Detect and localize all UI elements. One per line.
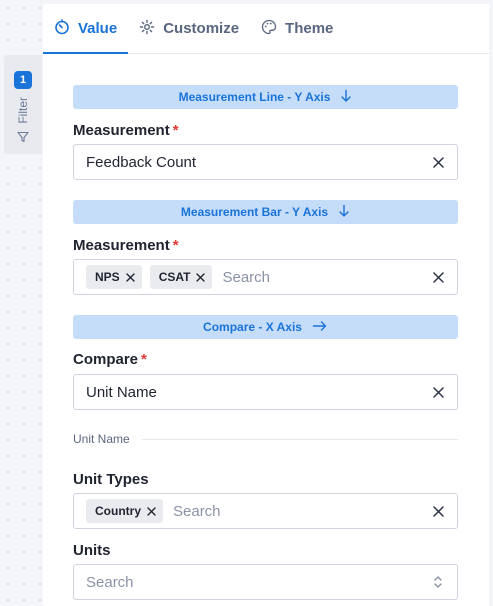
unit-name-divider-label: Unit Name	[73, 432, 130, 446]
measurement-line-label: Measurement *	[73, 122, 179, 139]
units-search-input[interactable]: Search	[86, 574, 431, 591]
compare-select[interactable]: Unit Name	[73, 374, 458, 410]
chip-country: Country	[86, 499, 163, 523]
tab-customize[interactable]: Customize	[128, 4, 250, 53]
chip-remove-icon[interactable]	[196, 272, 206, 282]
chip-label: Country	[95, 504, 141, 518]
chip-list: Country Search	[86, 499, 431, 523]
chevron-up-down-icon[interactable]	[431, 575, 445, 589]
measurement-line-value: Feedback Count	[86, 153, 197, 171]
required-marker: *	[172, 237, 179, 254]
chip-label: CSAT	[158, 270, 191, 284]
tab-theme[interactable]: Theme	[250, 4, 344, 53]
compare-label-text: Compare	[73, 351, 139, 368]
section-measurement-bar-y-axis: Measurement Bar - Y Axis	[73, 200, 458, 224]
arrow-right-icon	[312, 320, 328, 335]
tab-theme-label: Theme	[285, 20, 334, 37]
tab-bar: Value Customize Theme	[43, 4, 489, 54]
section-title: Measurement Line - Y Axis	[178, 90, 331, 104]
close-icon[interactable]	[431, 270, 445, 284]
measurement-line-select[interactable]: Feedback Count	[73, 144, 458, 180]
arrow-down-icon	[338, 204, 350, 221]
close-icon[interactable]	[431, 504, 445, 518]
required-marker: *	[172, 122, 179, 139]
unit-types-multiselect[interactable]: Country Search	[73, 493, 458, 529]
close-icon[interactable]	[431, 385, 445, 399]
filter-count-badge: 1	[14, 71, 32, 89]
timer-icon	[54, 18, 70, 39]
compare-value: Unit Name	[86, 383, 157, 401]
tab-value-label: Value	[78, 20, 118, 37]
section-measurement-line-y-axis: Measurement Line - Y Axis	[73, 85, 458, 109]
unit-types-search-input[interactable]: Search	[173, 503, 431, 520]
measurement-bar-label: Measurement *	[73, 237, 179, 254]
chip-remove-icon[interactable]	[147, 506, 156, 516]
measurement-bar-label-text: Measurement	[73, 237, 170, 254]
funnel-icon	[17, 130, 29, 148]
settings-panel: Value Customize Theme Measurement Line -…	[43, 4, 489, 606]
units-select[interactable]: Search	[73, 564, 458, 600]
gear-icon	[139, 19, 155, 39]
required-marker: *	[141, 351, 147, 368]
measurement-bar-multiselect[interactable]: NPS CSAT Search	[73, 259, 458, 295]
palette-icon	[261, 19, 277, 39]
divider-line	[141, 438, 458, 440]
chip-label: NPS	[95, 270, 120, 284]
section-compare-x-axis: Compare - X Axis	[73, 315, 458, 339]
unit-types-label: Unit Types	[73, 471, 149, 488]
section-title: Compare - X Axis	[203, 320, 302, 334]
units-label: Units	[73, 542, 111, 559]
filter-label: Filter	[16, 97, 30, 124]
filter-tab[interactable]: 1 Filter	[4, 55, 42, 154]
close-icon[interactable]	[431, 155, 445, 169]
arrow-down-icon	[340, 89, 352, 106]
measurement-bar-search-input[interactable]: Search	[222, 269, 431, 286]
tab-customize-label: Customize	[163, 20, 240, 37]
chip-list: NPS CSAT Search	[86, 265, 431, 289]
tab-value[interactable]: Value	[43, 4, 129, 54]
measurement-line-label-text: Measurement	[73, 122, 170, 139]
compare-label: Compare *	[73, 351, 147, 368]
section-title: Measurement Bar - Y Axis	[180, 205, 329, 219]
chip-nps: NPS	[86, 265, 142, 289]
chip-remove-icon[interactable]	[125, 272, 135, 282]
unit-name-divider: Unit Name	[73, 432, 458, 446]
chip-csat: CSAT	[149, 265, 213, 289]
